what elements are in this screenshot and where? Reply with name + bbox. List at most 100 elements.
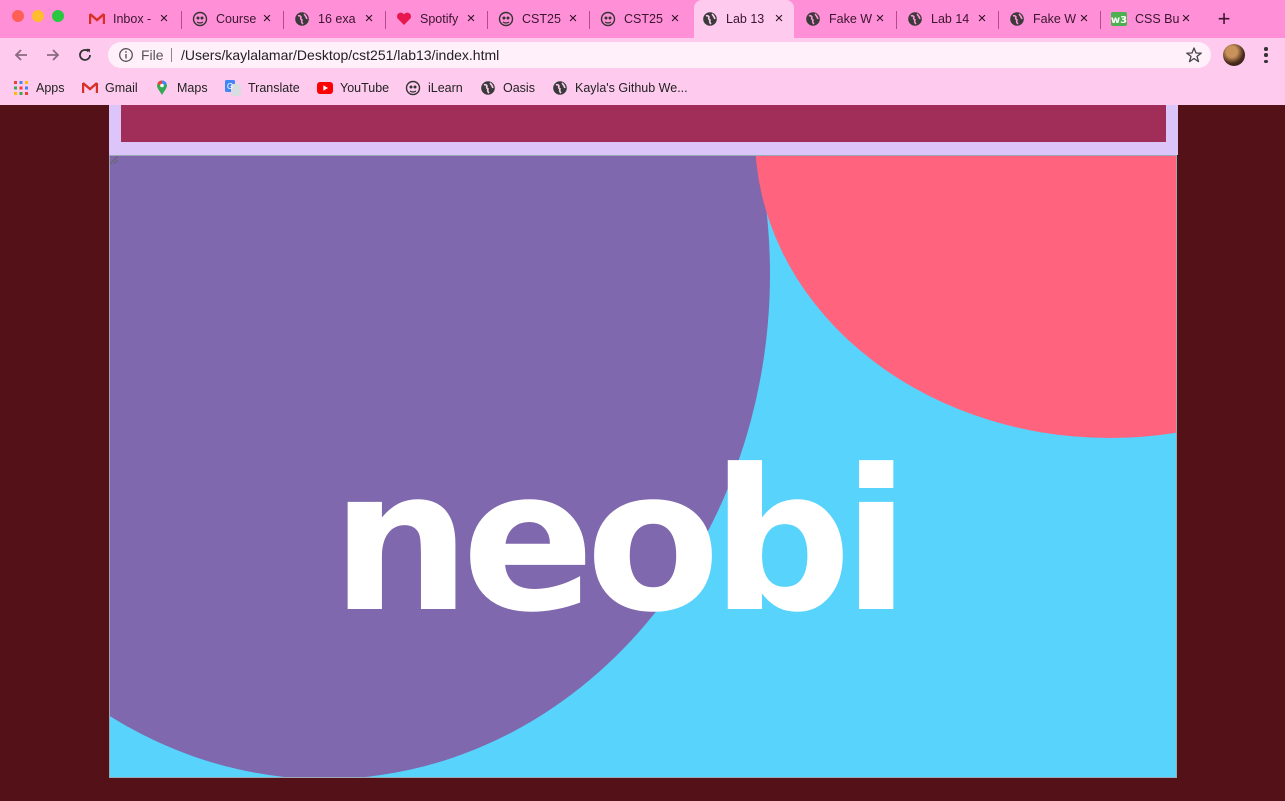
svg-text:G: G [227,82,233,91]
ilearn-icon [405,80,421,96]
menu-dot [1264,59,1268,63]
globe-icon [907,11,923,27]
bookmark-maps[interactable]: Maps [154,79,208,97]
tab-close-icon[interactable]: × [260,11,274,26]
bookmark-label: Kayla's Github We... [575,81,688,95]
globe-icon [480,80,496,96]
globe-icon [552,80,568,96]
reload-button[interactable] [74,44,96,66]
ilearn-icon [498,11,514,27]
gmail-icon [82,80,98,96]
forward-button[interactable] [42,44,64,66]
tab-separator [487,11,488,29]
tab-close-icon[interactable]: × [464,11,478,26]
bookmark-gmail[interactable]: Gmail [82,79,138,97]
bookmark-kaylas-github[interactable]: Kayla's Github We... [552,79,688,97]
profile-avatar[interactable] [1223,44,1245,66]
tab-fake-website-b[interactable]: Fake W × [1001,0,1099,38]
back-button[interactable] [10,44,32,66]
maximize-window-button[interactable] [52,10,64,22]
tab-close-icon[interactable]: × [668,11,682,26]
tab-close-icon[interactable]: × [772,11,786,26]
tab-strip: Inbox - × Course × 16 exa × Spotify × CS… [0,0,1285,38]
bookmark-ilearn[interactable]: iLearn [405,79,463,97]
logo-text: neobi [331,428,901,656]
tab-close-icon[interactable]: × [873,11,887,26]
bookmark-star-icon[interactable] [1185,46,1203,64]
info-icon[interactable] [118,47,134,63]
globe-icon [1009,11,1025,27]
tab-title: Lab 13 [726,12,765,26]
header-frame [109,105,1178,155]
tab-title: Lab 14 [931,12,970,26]
tab-course[interactable]: Course × [184,0,282,38]
tab-16-examples[interactable]: 16 exa × [286,0,384,38]
tab-title: Inbox - [113,12,152,26]
tab-separator [283,11,284,29]
reload-icon [79,48,91,61]
close-window-button[interactable] [12,10,24,22]
tab-title: CSS Bu [1135,12,1179,26]
tab-title: Course [216,12,257,26]
ilearn-icon [600,11,616,27]
minimize-window-button[interactable] [32,10,44,22]
address-divider [171,48,172,62]
svg-text:w3: w3 [1111,15,1127,26]
w3schools-icon: w3 [1111,11,1127,27]
tab-inbox[interactable]: Inbox - × [81,0,179,38]
tab-close-icon[interactable]: × [1179,11,1193,26]
tab-lab14[interactable]: Lab 14 × [899,0,997,38]
neobi-logo: neobi [331,428,910,656]
tab-cst251-a[interactable]: CST25 × [490,0,588,38]
new-tab-button[interactable]: + [1213,8,1235,31]
tab-spotify[interactable]: Spotify × [388,0,486,38]
tab-close-icon[interactable]: × [975,11,989,26]
resize-grip-icon[interactable] [110,156,118,164]
translate-icon: G [225,80,241,96]
url-text[interactable]: /Users/kaylalamar/Desktop/cst251/lab13/i… [181,47,499,63]
forward-arrow-icon [47,49,60,61]
tab-separator [181,11,182,29]
address-bar[interactable]: File /Users/kaylalamar/Desktop/cst251/la… [108,42,1211,68]
bookmark-apps[interactable]: Apps [13,79,65,97]
bookmark-label: Apps [36,81,65,95]
tab-cst251-b[interactable]: CST25 × [592,0,690,38]
youtube-icon [317,80,333,96]
maps-pin-icon [154,80,170,96]
tab-close-icon[interactable]: × [566,11,580,26]
tab-close-icon[interactable]: × [1077,11,1091,26]
menu-dot [1264,47,1268,51]
tab-css-buttons[interactable]: w3 CSS Bu × [1103,0,1201,38]
tab-title: Spotify [420,12,459,26]
tab-title: CST25 [522,12,561,26]
bookmark-label: Translate [248,81,300,95]
tab-lab13[interactable]: Lab 13 × [694,0,794,38]
globe-icon [805,11,821,27]
bookmark-oasis[interactable]: Oasis [480,79,535,97]
tab-separator [1100,11,1101,29]
bookmark-label: YouTube [340,81,390,95]
tab-fake-website-a[interactable]: Fake W × [797,0,895,38]
tab-separator [998,11,999,29]
browser-toolbar: File /Users/kaylalamar/Desktop/cst251/la… [0,38,1285,72]
tab-title: Fake W [829,12,873,26]
bookmark-label: iLearn [428,81,463,95]
globe-icon [702,11,718,27]
tab-title: CST25 [624,12,663,26]
bookmark-translate[interactable]: G Translate [225,79,300,97]
tab-title: Fake W [1033,12,1077,26]
bookmark-label: Gmail [105,81,138,95]
gmail-icon [89,11,105,27]
browser-menu-button[interactable] [1258,45,1274,65]
tab-title: 16 exa [318,12,356,26]
tab-separator [896,11,897,29]
apps-grid-icon [13,80,29,96]
heart-icon [396,11,412,27]
tab-close-icon[interactable]: × [362,11,376,26]
bookmark-label: Maps [177,81,208,95]
bookmark-label: Oasis [503,81,535,95]
tab-close-icon[interactable]: × [157,11,171,26]
bookmark-youtube[interactable]: YouTube [317,79,389,97]
menu-dot [1264,53,1268,57]
hero-banner: neobi [109,155,1177,778]
